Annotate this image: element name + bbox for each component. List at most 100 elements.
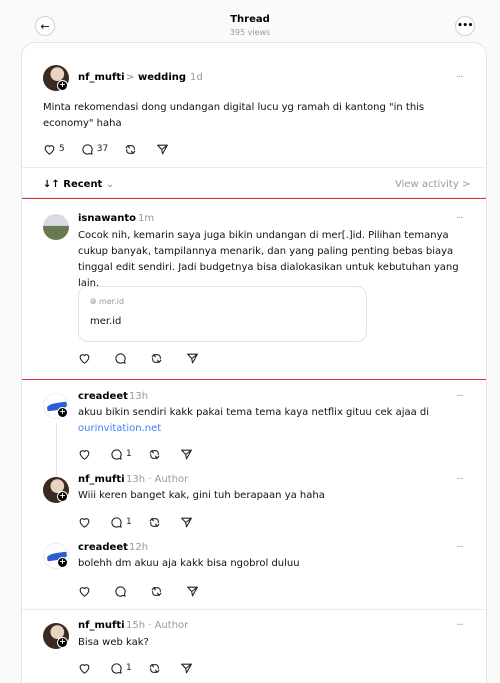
comment-icon [110, 516, 123, 529]
thread-card: + nf_mufti > wedding 1d ··· Minta rekome… [21, 42, 487, 683]
reply-button[interactable]: 1 [110, 448, 132, 461]
page-title: Thread [230, 14, 270, 25]
preview-title: mer.id [90, 316, 122, 327]
top-bar: ← Thread 395 views ••• [0, 0, 500, 44]
repost-icon [150, 585, 163, 598]
reply-more-icon[interactable]: ··· [456, 213, 463, 224]
repost-icon [150, 352, 163, 365]
link-preview-card[interactable]: 🌐︎ mer.id mer.id [78, 286, 367, 342]
reply-time: 12h [129, 542, 149, 553]
send-icon [180, 516, 193, 529]
reply-count: 37 [96, 144, 109, 154]
share-button[interactable] [186, 585, 202, 598]
reply-button[interactable]: 37 [81, 143, 108, 156]
reply-actions: 1 [78, 515, 212, 529]
share-button[interactable] [180, 662, 196, 675]
like-count: 5 [59, 144, 65, 154]
reply-more-icon[interactable]: ··· [456, 620, 463, 631]
repost-button[interactable] [148, 448, 164, 461]
heart-icon [78, 585, 91, 598]
repost-icon [124, 143, 137, 156]
repost-icon [148, 448, 161, 461]
send-icon [180, 662, 193, 675]
reply-button[interactable]: 1 [110, 516, 132, 529]
repost-button[interactable] [150, 585, 166, 598]
avatar[interactable] [43, 214, 69, 240]
author-tag: Author [154, 474, 189, 485]
like-button[interactable] [78, 585, 94, 598]
author-tag: Author [154, 620, 189, 631]
breadcrumb-separator: > [126, 72, 135, 83]
divider [22, 609, 486, 610]
view-count: 395 views [229, 28, 271, 37]
reply-username[interactable]: nf_mufti [78, 620, 125, 631]
heart-icon [78, 662, 91, 675]
repost-button[interactable] [124, 143, 140, 156]
send-icon [186, 585, 199, 598]
reply-time: 1m [138, 213, 155, 224]
sort-dropdown[interactable]: ↓↑ Recent ⌄ [43, 179, 114, 190]
reply-username[interactable]: creadeet [78, 391, 128, 402]
reply-time: 13h [129, 391, 149, 402]
divider [22, 167, 486, 168]
like-button[interactable] [78, 516, 94, 529]
more-options-button[interactable]: ••• [455, 16, 475, 36]
repost-button[interactable] [148, 516, 164, 529]
reply-text: bolehh dm akuu aja kakk bisa ngobrol dul… [78, 558, 300, 569]
reply-more-icon[interactable]: ··· [456, 391, 463, 402]
post-time: 1d [190, 72, 203, 83]
reply-actions: 1 [78, 661, 212, 675]
repost-icon [148, 516, 161, 529]
like-button[interactable] [78, 352, 94, 365]
send-icon [156, 143, 169, 156]
invitation-link[interactable]: ourinvitation.net [78, 423, 161, 434]
reply-actions [78, 351, 218, 365]
ellipsis-icon: ••• [457, 21, 473, 31]
reply-text: akuu bikin sendiri kakk pakai tema tema … [78, 407, 430, 434]
comment-icon [114, 585, 127, 598]
reply-username[interactable]: nf_mufti [78, 474, 125, 485]
comment-icon [110, 448, 123, 461]
post-more-icon[interactable]: ··· [456, 72, 463, 83]
reply-button[interactable] [114, 352, 130, 365]
share-button[interactable] [186, 352, 202, 365]
post-actions: 5 37 [43, 142, 188, 156]
preview-domain: 🌐︎ mer.id [90, 297, 125, 306]
follow-plus-icon[interactable]: + [57, 491, 68, 502]
reply-button[interactable]: 1 [110, 662, 132, 675]
heart-icon [78, 516, 91, 529]
comment-icon [110, 662, 123, 675]
heart-icon [78, 448, 91, 461]
repost-button[interactable] [148, 662, 164, 675]
reply-actions [78, 584, 218, 598]
repost-button[interactable] [150, 352, 166, 365]
heart-icon [78, 352, 91, 365]
reply-more-icon[interactable]: ··· [456, 474, 463, 485]
reply-button[interactable] [114, 585, 130, 598]
chevron-down-icon: ⌄ [105, 179, 115, 190]
reply-actions: 1 [78, 447, 212, 461]
like-button[interactable] [78, 448, 94, 461]
follow-plus-icon[interactable]: + [57, 637, 68, 648]
reply-count: 1 [126, 517, 132, 527]
share-button[interactable] [180, 448, 196, 461]
post-username[interactable]: nf_mufti [78, 72, 125, 83]
community-name[interactable]: wedding [138, 72, 186, 83]
reply-text: Wiii keren banget kak, gini tuh berapaan… [78, 490, 325, 501]
like-button[interactable]: 5 [43, 143, 65, 156]
share-button[interactable] [156, 143, 172, 156]
reply-count: 1 [126, 663, 132, 673]
follow-plus-icon[interactable]: + [57, 80, 68, 91]
share-button[interactable] [180, 516, 196, 529]
reply-username[interactable]: isnawanto [78, 213, 136, 224]
post-text: Minta rekomendasi dong undangan digital … [43, 102, 425, 129]
reply-username[interactable]: creadeet [78, 542, 128, 553]
like-button[interactable] [78, 662, 94, 675]
view-activity-link[interactable]: View activity > [395, 179, 470, 190]
reply-more-icon[interactable]: ··· [456, 542, 463, 553]
send-icon [180, 448, 193, 461]
follow-plus-icon[interactable]: + [57, 407, 68, 418]
globe-icon: 🌐︎ [90, 297, 97, 306]
follow-plus-icon[interactable]: + [57, 557, 68, 568]
repost-icon [148, 662, 161, 675]
